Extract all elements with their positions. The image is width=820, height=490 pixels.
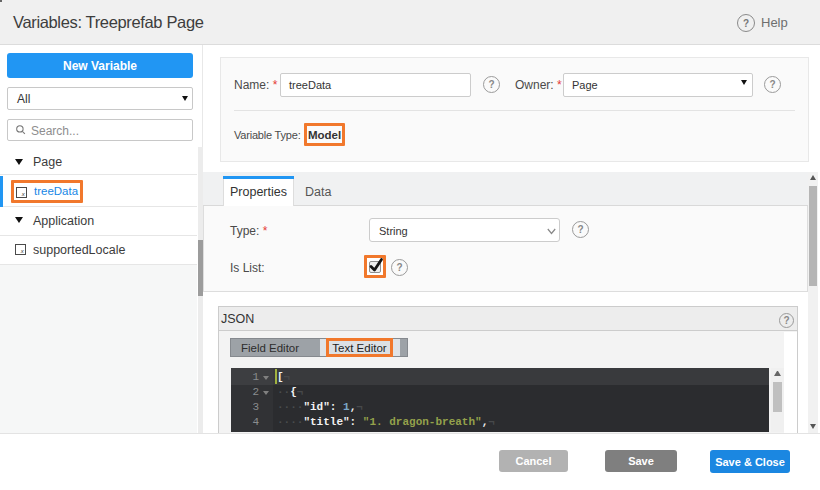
svg-text:x: x: [21, 191, 26, 197]
svg-text:x: x: [20, 248, 25, 254]
